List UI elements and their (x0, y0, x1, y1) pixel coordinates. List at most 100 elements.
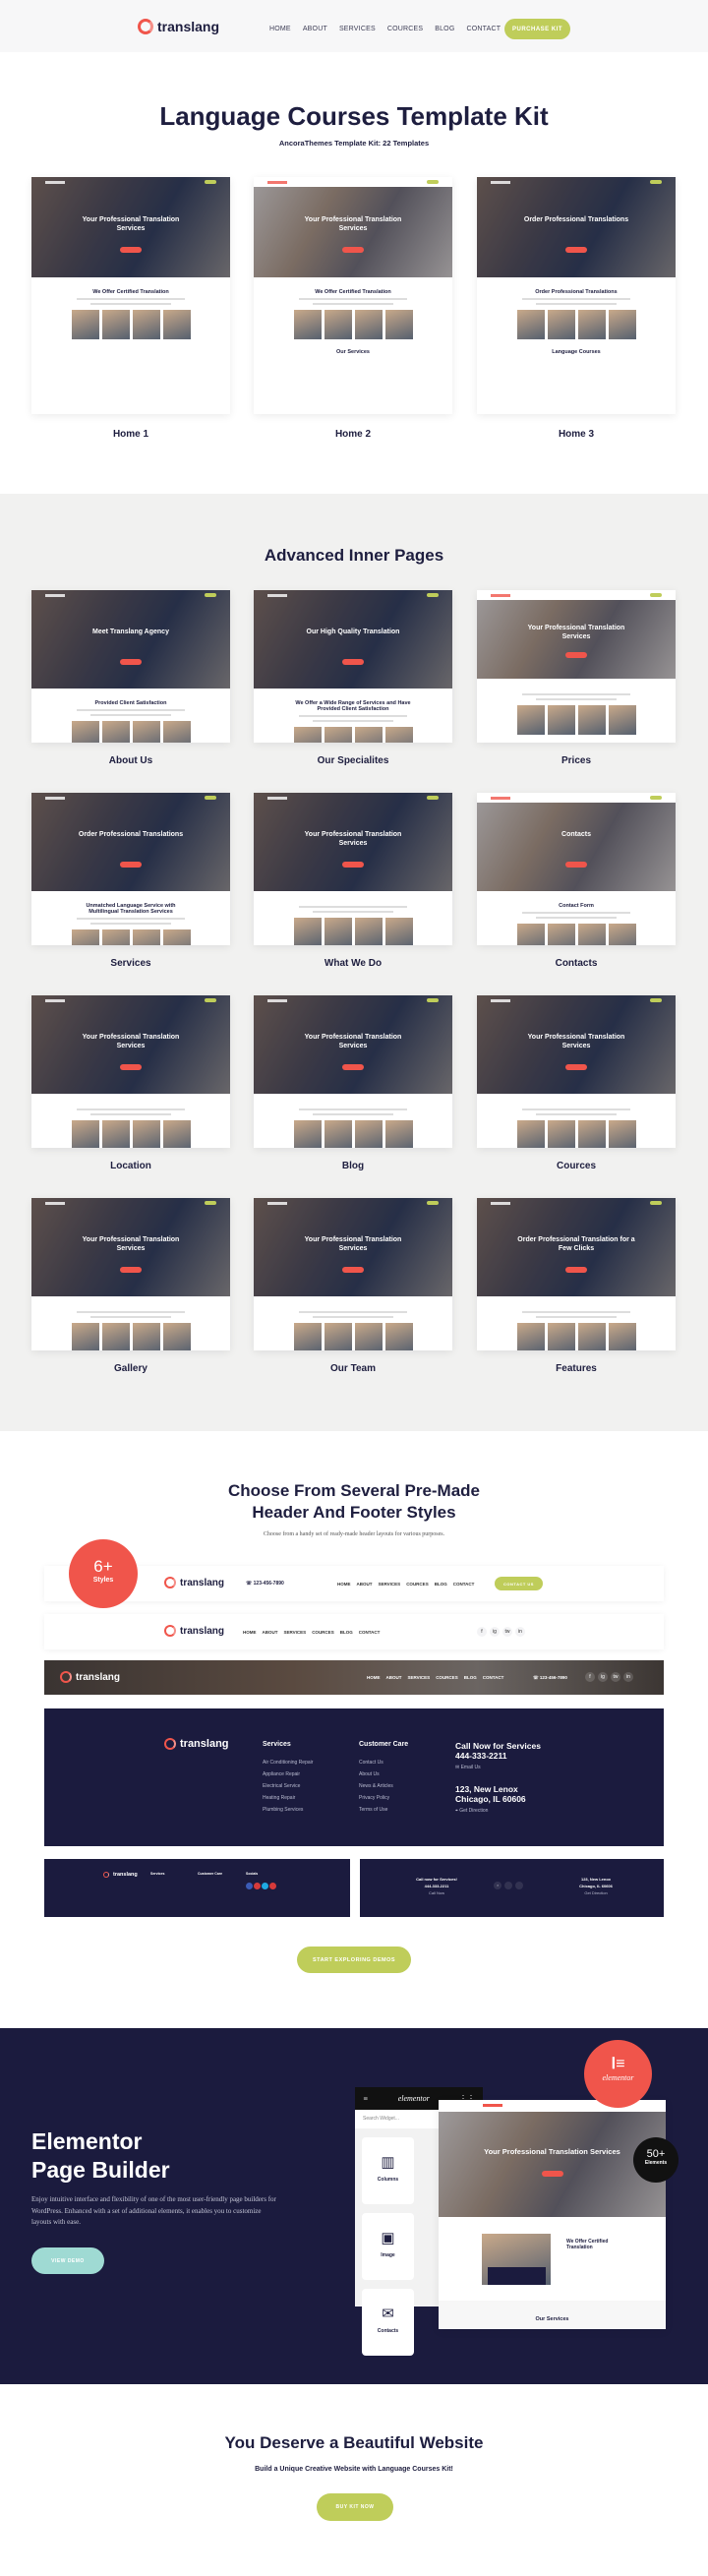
directions-link[interactable]: ⌖ Get Direction (455, 1808, 541, 1814)
google-icon[interactable] (254, 1883, 261, 1889)
logo[interactable]: translang (138, 19, 219, 34)
thumbnail-image (354, 1120, 383, 1148)
template-label[interactable]: Home 2 (254, 429, 452, 440)
buy-kit-now-button[interactable]: BUY KIT NOW (317, 2493, 393, 2521)
instagram-icon[interactable]: ig (490, 1627, 500, 1637)
linkedin-icon[interactable]: in (515, 1627, 525, 1637)
instagram-icon[interactable] (504, 1882, 512, 1889)
youtube-icon[interactable] (269, 1883, 276, 1889)
menu-icon[interactable]: ≡ (363, 2094, 368, 2103)
header-style-3[interactable]: translang HOME ABOUT SERVICES COURCES BLOG CO… (44, 1660, 664, 1695)
thumbnail-section-title (41, 1102, 220, 1106)
thumbnail-hero-button (565, 1267, 587, 1273)
template-label[interactable]: Our Team (254, 1363, 452, 1374)
thumbnail-image (71, 929, 99, 945)
footer-link[interactable]: Air Conditioning Repair (263, 1760, 313, 1766)
view-demo-button[interactable]: VIEW DEMO (31, 2247, 104, 2274)
footer-link[interactable]: Heating Repair (263, 1795, 313, 1801)
twitter-icon[interactable] (515, 1882, 523, 1889)
facebook-icon[interactable] (246, 1883, 253, 1889)
template-thumbnail[interactable]: Your Professional Translation Services (254, 1198, 452, 1350)
facebook-icon[interactable]: f (494, 1882, 502, 1889)
linkedin-icon[interactable]: in (623, 1672, 633, 1682)
nav-home[interactable]: HOME (269, 26, 291, 32)
template-thumbnail[interactable]: Order Professional Translations Unmatched… (31, 793, 230, 945)
widget-columns[interactable]: ▥ Columns (362, 2137, 414, 2204)
template-label[interactable]: About Us (31, 755, 230, 766)
template-label[interactable]: Services (31, 958, 230, 969)
purchase-kit-button[interactable]: PURCHASE KIT (504, 19, 570, 39)
template-thumbnail[interactable]: Your Professional Translation Services We… (31, 177, 230, 414)
template-label[interactable]: Prices (477, 755, 676, 766)
widget-image[interactable]: ▣ Image (362, 2213, 414, 2280)
template-label[interactable]: What We Do (254, 958, 452, 969)
template-label[interactable]: Features (477, 1363, 676, 1374)
facebook-icon[interactable]: f (585, 1672, 595, 1682)
elementor-site-preview: Your Professional Translation Services W… (439, 2100, 666, 2329)
template-thumbnail[interactable]: Your Professional Translation Services (477, 590, 676, 743)
template-thumbnail[interactable]: Your Professional Translation Services (254, 793, 452, 945)
thumbnail-image (324, 918, 352, 945)
footer-link[interactable]: Plumbing Services (263, 1807, 313, 1813)
template-label[interactable]: Location (31, 1161, 230, 1171)
start-exploring-demos-button[interactable]: START EXPLORING DEMOS (297, 1947, 411, 1973)
template-thumbnail[interactable]: Our High Quality Translation We Offer a W… (254, 590, 452, 743)
thumbnail-hero-button (120, 1267, 142, 1273)
template-label[interactable]: Cources (477, 1161, 676, 1171)
template-label[interactable]: Home 3 (477, 429, 676, 440)
thumbnail-image (577, 924, 606, 945)
thumbnail-hero-button (565, 862, 587, 868)
email-link[interactable]: ✉ Email Us (455, 1765, 541, 1770)
template-thumbnail[interactable]: Order Professional Translations Order Pro… (477, 177, 676, 414)
thumbnail-image (101, 1120, 130, 1148)
footer-link[interactable]: About Us (359, 1771, 408, 1777)
instagram-icon[interactable]: ig (598, 1672, 608, 1682)
thumbnail-image (162, 1120, 191, 1148)
footer-link[interactable]: Terms of Use (359, 1807, 408, 1813)
template-thumbnail[interactable]: Your Professional Translation Services (31, 1198, 230, 1350)
template-label[interactable]: Gallery (31, 1363, 230, 1374)
nav-contact[interactable]: CONTACT (466, 26, 501, 32)
thumbnail-images (487, 1323, 666, 1350)
thumbnail-logo (45, 180, 65, 184)
styles-badge: 6+ Styles (69, 1539, 138, 1608)
template-label[interactable]: Contacts (477, 958, 676, 969)
widget-contacts[interactable]: ✉ Contacts (362, 2289, 414, 2356)
template-label[interactable]: Blog (254, 1161, 452, 1171)
thumbnail-images (487, 1120, 666, 1148)
thumbnail-section-title (264, 899, 442, 903)
footer-link[interactable]: Electrical Service (263, 1783, 313, 1789)
template-thumbnail[interactable]: Your Professional Translation Services We… (254, 177, 452, 414)
nav-cources[interactable]: COURCES (387, 26, 423, 32)
facebook-icon[interactable]: f (477, 1627, 487, 1637)
header-style-2[interactable]: translang HOME ABOUT SERVICES COURCES BLOG CO… (44, 1614, 664, 1649)
thumbnail-image (293, 310, 322, 339)
template-label[interactable]: Home 1 (31, 429, 230, 440)
thumbnail-header (31, 995, 230, 1005)
phone-number: ☏ 123-456-7890 (533, 1675, 567, 1680)
contact-us-button[interactable]: CONTACT US (495, 1577, 543, 1590)
template-label[interactable]: Our Specialites (254, 755, 452, 766)
twitter-icon[interactable]: tw (611, 1672, 620, 1682)
contacts-icon: ✉ (382, 2306, 394, 2322)
footer-link[interactable]: Appliance Repair (263, 1771, 313, 1777)
template-thumbnail[interactable]: Meet Translang Agency Provided Client Sat… (31, 590, 230, 743)
nav-about[interactable]: ABOUT (303, 26, 327, 32)
template-thumbnail[interactable]: Your Professional Translation Services (254, 995, 452, 1148)
thumbnail-hero-title: Your Professional Translation Services (304, 831, 402, 847)
footer-link[interactable]: Privacy Policy (359, 1795, 408, 1801)
nav-services[interactable]: SERVICES (339, 26, 376, 32)
thumbnail-image (608, 1323, 636, 1350)
thumbnail-hero: Your Professional Translation Services (31, 1198, 230, 1296)
footer-link[interactable]: News & Articles (359, 1783, 408, 1789)
footer-link[interactable]: Contact Us (359, 1760, 408, 1766)
thumbnail-hero: Your Professional Translation Services (31, 995, 230, 1094)
thumbnail-body (477, 1094, 676, 1148)
template-thumbnail[interactable]: Contacts Contact Form (477, 793, 676, 945)
twitter-icon[interactable]: tw (502, 1627, 512, 1637)
template-thumbnail[interactable]: Order Professional Translation for a Few… (477, 1198, 676, 1350)
template-thumbnail[interactable]: Your Professional Translation Services (31, 995, 230, 1148)
twitter-icon[interactable] (262, 1883, 268, 1889)
template-thumbnail[interactable]: Your Professional Translation Services (477, 995, 676, 1148)
nav-blog[interactable]: BLOG (435, 26, 454, 32)
